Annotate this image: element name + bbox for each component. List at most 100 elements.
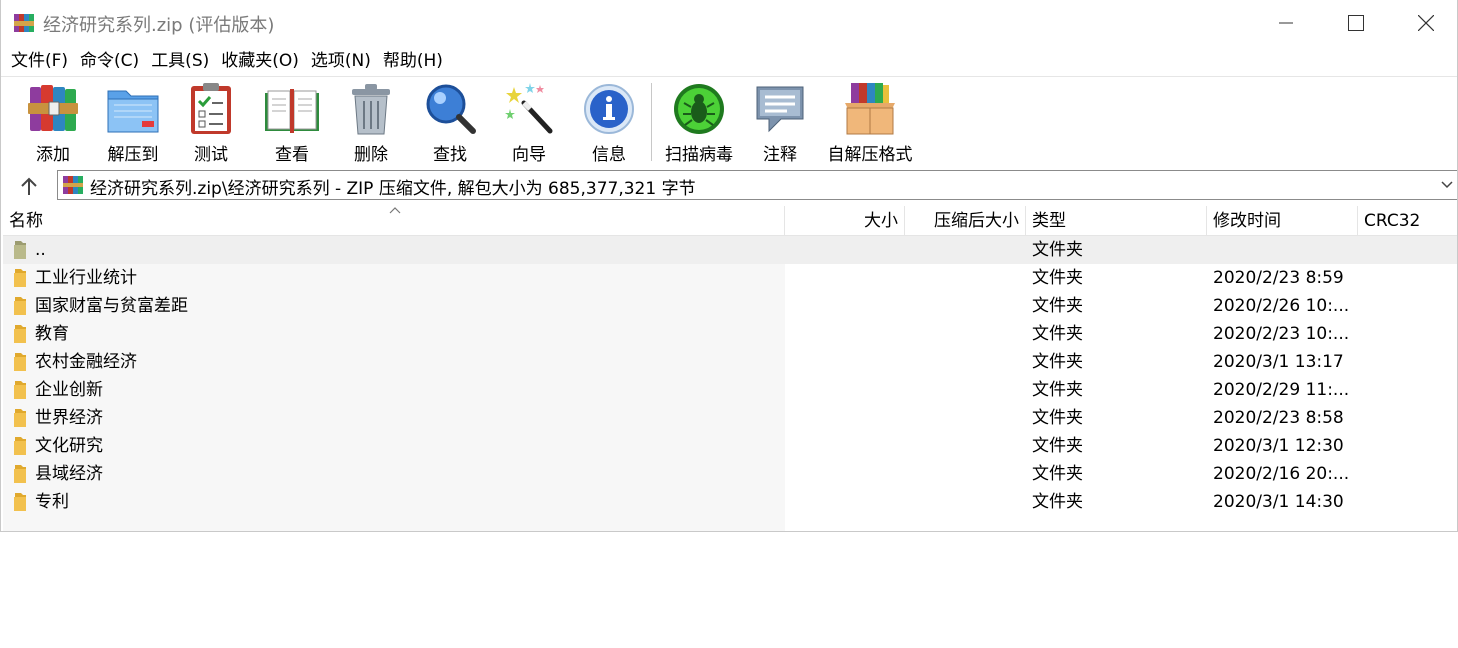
file-rows: .. 文件夹 工业行业统计 文件夹 2020/2/23 8:59 国家财富与贫富…	[3, 236, 1457, 516]
file-modified: 2020/2/23 8:58	[1213, 408, 1344, 428]
file-name: 工业行业统计	[35, 268, 137, 288]
folder-icon	[14, 353, 26, 371]
column-type-label: 类型	[1032, 211, 1066, 231]
column-name-label: 名称	[9, 211, 43, 231]
test-label: 测试	[194, 145, 228, 165]
file-row[interactable]: 国家财富与贫富差距 文件夹 2020/2/26 10:...	[3, 292, 1457, 320]
list-header: 名称 大小 压缩后大小 类型 修改时间 CRC32	[3, 206, 1457, 236]
magic-wand-icon	[505, 83, 553, 134]
file-type: 文件夹	[1032, 240, 1083, 260]
file-row[interactable]: 农村金融经济 文件夹 2020/3/1 13:17	[3, 348, 1457, 376]
file-name: ..	[35, 240, 46, 260]
folder-extract-icon	[107, 90, 159, 133]
folder-icon	[14, 493, 26, 511]
file-name: 专利	[35, 492, 69, 512]
clipboard-check-icon	[191, 83, 231, 134]
folder-icon	[14, 381, 26, 399]
find-label: 查找	[433, 145, 467, 165]
delete-button[interactable]: 删除	[341, 81, 401, 165]
file-type: 文件夹	[1032, 380, 1083, 400]
parent-folder-row[interactable]: .. 文件夹	[3, 236, 1457, 264]
file-modified: 2020/2/29 11:...	[1213, 380, 1350, 400]
close-icon	[1418, 15, 1434, 31]
column-packed-label: 压缩后大小	[934, 211, 1019, 231]
file-row[interactable]: 专利 文件夹 2020/3/1 14:30	[3, 488, 1457, 516]
close-button[interactable]	[1391, 0, 1457, 46]
open-book-icon	[265, 89, 319, 133]
add-button[interactable]: 添加	[23, 81, 83, 165]
winrar-window: 经济研究系列.zip (评估版本) 文件(F) 命令(C) 工具(S) 收藏夹(…	[0, 0, 1458, 532]
up-folder-button[interactable]	[13, 173, 45, 199]
books-icon	[28, 85, 78, 131]
folder-icon	[14, 325, 26, 343]
comment-button[interactable]: 注释	[750, 81, 810, 165]
folder-icon	[14, 409, 26, 427]
file-row[interactable]: 教育 文件夹 2020/2/23 10:...	[3, 320, 1457, 348]
toolbar-separator	[651, 83, 652, 161]
maximize-button[interactable]	[1321, 0, 1391, 46]
wizard-button[interactable]: 向导	[499, 81, 559, 165]
file-name: 世界经济	[35, 408, 103, 428]
info-icon	[584, 84, 634, 134]
column-crc-label: CRC32	[1364, 211, 1421, 231]
info-label: 信息	[592, 145, 626, 165]
address-bar: 经济研究系列.zip\经济研究系列 - ZIP 压缩文件, 解包大小为 685,…	[1, 168, 1457, 204]
file-name: 企业创新	[35, 380, 103, 400]
file-modified: 2020/3/1 14:30	[1213, 492, 1344, 512]
file-type: 文件夹	[1032, 464, 1083, 484]
menu-bar: 文件(F) 命令(C) 工具(S) 收藏夹(O) 选项(N) 帮助(H)	[1, 46, 1457, 76]
sfx-label: 自解压格式	[827, 145, 913, 165]
minimize-icon	[1279, 22, 1293, 24]
file-type: 文件夹	[1032, 436, 1083, 456]
file-type: 文件夹	[1032, 492, 1083, 512]
file-modified: 2020/2/23 8:59	[1213, 268, 1344, 288]
menu-options[interactable]: 选项(N)	[305, 47, 377, 75]
column-header-packed[interactable]: 压缩后大小	[905, 206, 1026, 236]
file-row[interactable]: 文化研究 文件夹 2020/3/1 12:30	[3, 432, 1457, 460]
find-button[interactable]: 查找	[420, 81, 480, 165]
view-button[interactable]: 查看	[259, 81, 325, 165]
delete-label: 删除	[354, 145, 388, 165]
scan-virus-button[interactable]: 扫描病毒	[659, 81, 739, 165]
file-row[interactable]: 企业创新 文件夹 2020/2/29 11:...	[3, 376, 1457, 404]
column-header-size[interactable]: 大小	[785, 206, 905, 236]
menu-favorites[interactable]: 收藏夹(O)	[215, 47, 305, 75]
file-row[interactable]: 工业行业统计 文件夹 2020/2/23 8:59	[3, 264, 1457, 292]
file-name: 县域经济	[35, 464, 103, 484]
path-field[interactable]: 经济研究系列.zip\经济研究系列 - ZIP 压缩文件, 解包大小为 685,…	[57, 170, 1457, 200]
comment-label: 注释	[763, 145, 797, 165]
file-list: 名称 大小 压缩后大小 类型 修改时间 CRC32 .. 文件夹 工业行业统计 …	[3, 206, 1457, 531]
comment-icon	[756, 86, 804, 133]
menu-tools[interactable]: 工具(S)	[145, 47, 215, 75]
menu-file[interactable]: 文件(F)	[5, 47, 74, 75]
file-row[interactable]: 县域经济 文件夹 2020/2/16 20:...	[3, 460, 1457, 488]
chevron-down-icon[interactable]	[1440, 178, 1454, 192]
scan-virus-label: 扫描病毒	[665, 145, 733, 165]
menu-help[interactable]: 帮助(H)	[377, 47, 449, 75]
menu-commands[interactable]: 命令(C)	[74, 47, 145, 75]
column-header-type[interactable]: 类型	[1026, 206, 1207, 236]
sort-ascending-icon	[389, 207, 401, 214]
magnifier-icon	[426, 84, 476, 134]
trash-icon	[352, 84, 390, 135]
file-type: 文件夹	[1032, 352, 1083, 372]
arrow-up-icon	[21, 177, 37, 195]
file-row[interactable]: 世界经济 文件夹 2020/2/23 8:58	[3, 404, 1457, 432]
file-modified: 2020/3/1 12:30	[1213, 436, 1344, 456]
folder-icon	[14, 437, 26, 455]
minimize-button[interactable]	[1251, 0, 1321, 46]
file-name: 国家财富与贫富差距	[35, 296, 188, 316]
test-button[interactable]: 测试	[181, 81, 241, 165]
column-modified-label: 修改时间	[1213, 211, 1281, 231]
column-header-crc[interactable]: CRC32	[1358, 206, 1457, 236]
folder-icon	[14, 465, 26, 483]
extract-to-button[interactable]: 解压到	[101, 81, 165, 165]
box-books-icon	[845, 83, 895, 135]
path-text: 经济研究系列.zip\经济研究系列 - ZIP 压缩文件, 解包大小为 685,…	[90, 179, 696, 199]
sfx-button[interactable]: 自解压格式	[823, 81, 917, 165]
column-header-modified[interactable]: 修改时间	[1207, 206, 1358, 236]
winrar-app-icon	[14, 14, 34, 32]
info-button[interactable]: 信息	[579, 81, 639, 165]
view-label: 查看	[275, 145, 309, 165]
window-title: 经济研究系列.zip (评估版本)	[43, 15, 275, 36]
